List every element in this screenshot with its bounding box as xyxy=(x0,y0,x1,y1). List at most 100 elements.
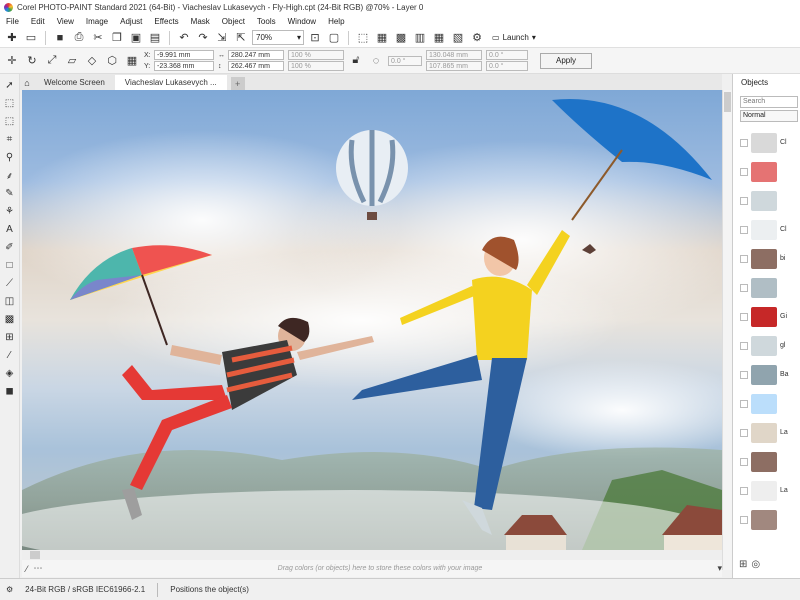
visibility-checkbox-icon[interactable] xyxy=(740,515,748,524)
layer-row[interactable] xyxy=(737,186,800,215)
guidelines-icon[interactable]: ▥ xyxy=(412,30,428,46)
menu-tools[interactable]: Tools xyxy=(257,17,276,26)
x-position-field[interactable]: -9.991 mm xyxy=(154,50,214,60)
image-canvas[interactable] xyxy=(22,90,722,550)
visibility-checkbox-icon[interactable] xyxy=(740,428,748,437)
menu-help[interactable]: Help xyxy=(328,17,344,26)
import-icon[interactable]: ⇲ xyxy=(214,30,230,46)
layer-row[interactable] xyxy=(737,447,800,476)
copy-icon[interactable]: ❐ xyxy=(109,30,125,46)
object-transparency-icon[interactable]: ◫ xyxy=(3,294,17,308)
rotate-tool-icon[interactable]: ↻ xyxy=(24,53,40,69)
menu-edit[interactable]: Edit xyxy=(31,17,45,26)
eyedropper-tool-icon[interactable]: ⸙ xyxy=(3,168,17,182)
visibility-checkbox-icon[interactable] xyxy=(740,138,748,147)
menu-adjust[interactable]: Adjust xyxy=(120,17,142,26)
center-y-field[interactable]: 107.865 mm xyxy=(426,61,482,71)
mask-marquee-icon[interactable]: ▦ xyxy=(374,30,390,46)
menu-mask[interactable]: Mask xyxy=(191,17,210,26)
horizontal-scroll-thumb[interactable] xyxy=(30,551,40,559)
checker-tool-icon[interactable]: ▩ xyxy=(3,312,17,326)
options-gear-icon[interactable]: ⚙ xyxy=(469,30,485,46)
lock-ratio-icon[interactable]: 🔓︎ xyxy=(348,53,364,69)
crop-tool-icon[interactable]: ⌗ xyxy=(3,132,17,146)
layer-row[interactable]: Ba xyxy=(737,360,800,389)
launch-button[interactable]: ▭ Launch ▾ xyxy=(488,30,540,45)
menu-effects[interactable]: Effects xyxy=(154,17,178,26)
visibility-checkbox-icon[interactable] xyxy=(740,167,748,176)
mesh-warp-icon[interactable]: ▦ xyxy=(124,53,140,69)
layer-row[interactable]: Cl xyxy=(737,215,800,244)
shape-tool-icon[interactable]: □ xyxy=(3,258,17,272)
menu-window[interactable]: Window xyxy=(288,17,316,26)
visibility-checkbox-icon[interactable] xyxy=(740,341,748,350)
pick-tool-icon[interactable]: ➚ xyxy=(3,78,17,92)
brush-mask-icon[interactable]: ⚘ xyxy=(3,204,17,218)
horizontal-scrollbar[interactable] xyxy=(22,550,722,560)
skew-h-field[interactable]: 0.0 ° xyxy=(486,50,528,60)
visibility-checkbox-icon[interactable] xyxy=(740,370,748,379)
settings-gear-icon[interactable]: ⚙ xyxy=(6,585,13,594)
menu-image[interactable]: Image xyxy=(86,17,108,26)
tab-welcome-screen[interactable]: Welcome Screen xyxy=(34,75,115,90)
freehand-mask-icon[interactable]: ⬚ xyxy=(3,114,17,128)
visibility-checkbox-icon[interactable] xyxy=(740,254,748,263)
center-x-field[interactable]: 130.048 mm xyxy=(426,50,482,60)
new-document-icon[interactable]: ✚ xyxy=(4,30,20,46)
layer-row[interactable] xyxy=(737,273,800,302)
menu-file[interactable]: File xyxy=(6,17,19,26)
palette-eyedropper-icon[interactable]: ⁄ xyxy=(26,564,28,574)
layer-row[interactable]: gl xyxy=(737,331,800,360)
visibility-checkbox-icon[interactable] xyxy=(740,225,748,234)
paint-tool-icon[interactable]: ✐ xyxy=(3,240,17,254)
layer-row[interactable] xyxy=(737,157,800,186)
tab-document[interactable]: Viacheslav Lukasevych ... xyxy=(114,75,227,90)
skew-v-field[interactable]: 0.0 ° xyxy=(486,61,528,71)
color-swatch-icon[interactable]: ◼ xyxy=(3,384,17,398)
menu-view[interactable]: View xyxy=(57,17,74,26)
rulers-icon[interactable]: ▧ xyxy=(450,30,466,46)
new-lens-icon[interactable]: ◎ xyxy=(751,559,760,570)
layer-row[interactable]: Gi xyxy=(737,302,800,331)
export-icon[interactable]: ⇱ xyxy=(233,30,249,46)
layer-row[interactable]: Cl xyxy=(737,128,800,157)
visibility-checkbox-icon[interactable] xyxy=(740,312,748,321)
open-folder-icon[interactable]: ▭ xyxy=(23,30,39,46)
document-palette[interactable]: ⁄ ⋯ Drag colors (or objects) here to sto… xyxy=(22,560,722,577)
scale-height-field[interactable]: 100 % xyxy=(288,61,344,71)
visibility-checkbox-icon[interactable] xyxy=(740,196,748,205)
text-tool-icon[interactable]: A xyxy=(3,222,17,236)
layer-row[interactable]: bi xyxy=(737,244,800,273)
clone-tool-icon[interactable]: ⊞ xyxy=(3,330,17,344)
y-position-field[interactable]: -23.368 mm xyxy=(154,61,214,71)
print-icon[interactable]: ⎙ xyxy=(71,30,87,46)
undo-icon[interactable]: ↶ xyxy=(176,30,192,46)
fill-tool-icon[interactable]: ⟋ xyxy=(3,276,17,290)
layer-row[interactable]: La xyxy=(737,418,800,447)
bucket-fill-icon[interactable]: ◈ xyxy=(3,366,17,380)
grid-icon[interactable]: ▦ xyxy=(431,30,447,46)
blend-mode-select[interactable]: Normal xyxy=(740,110,798,122)
new-object-icon[interactable]: ⊞ xyxy=(739,559,747,570)
zoom-tool-icon[interactable]: ⚲ xyxy=(3,150,17,164)
skew-tool-icon[interactable]: ▱ xyxy=(64,53,80,69)
touchup-tool-icon[interactable]: ✎ xyxy=(3,186,17,200)
save-icon[interactable]: ■ xyxy=(52,30,68,46)
palette-scroll-icon[interactable]: ▾ xyxy=(717,563,722,574)
menu-object[interactable]: Object xyxy=(222,17,245,26)
redo-icon[interactable]: ↷ xyxy=(195,30,211,46)
add-tab-icon[interactable]: + xyxy=(230,77,245,90)
layer-row[interactable]: La xyxy=(737,476,800,505)
home-icon[interactable]: ⌂ xyxy=(20,75,34,90)
zoom-level-select[interactable]: 70% ▾ xyxy=(252,30,304,45)
scale-tool-icon[interactable]: ⤢ xyxy=(44,53,60,69)
vertical-scrollbar[interactable] xyxy=(722,90,732,570)
paste-icon[interactable]: ▣ xyxy=(128,30,144,46)
apply-button[interactable]: Apply xyxy=(540,52,592,69)
zoom-100-icon[interactable]: ▢ xyxy=(326,30,342,46)
position-tool-icon[interactable]: ✛ xyxy=(4,53,20,69)
layer-row[interactable] xyxy=(737,389,800,418)
paste-new-icon[interactable]: ▤ xyxy=(147,30,163,46)
mask-icon[interactable]: ⬚ xyxy=(355,30,371,46)
objects-search-input[interactable]: Search xyxy=(740,96,798,108)
